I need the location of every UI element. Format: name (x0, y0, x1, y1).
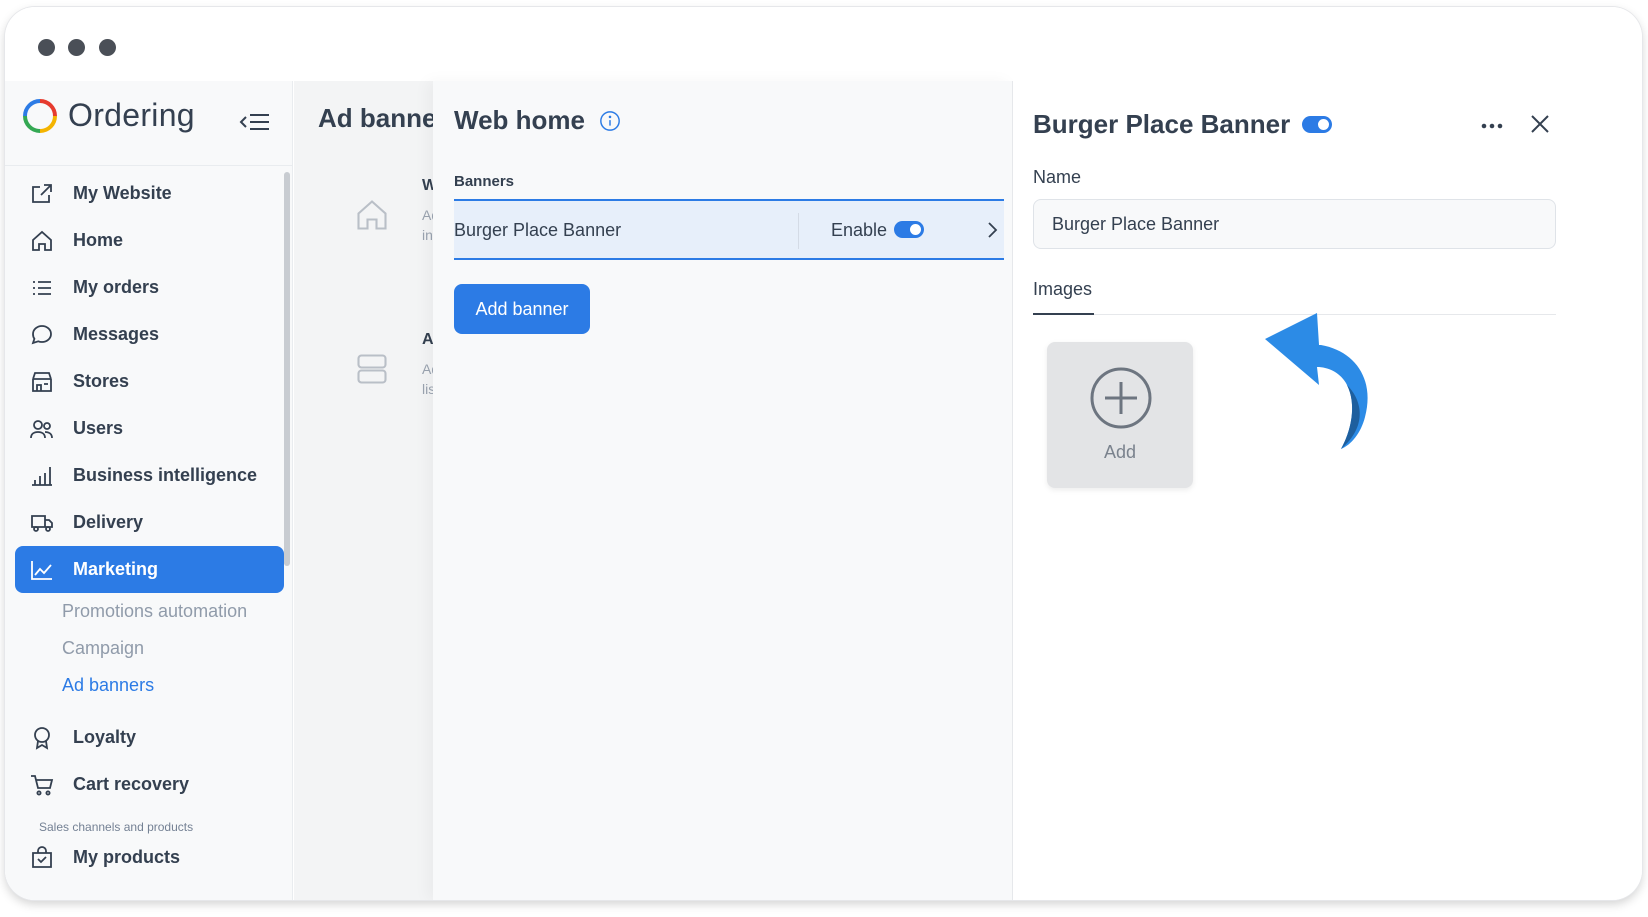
add-image-tile[interactable]: Add (1047, 342, 1193, 488)
sidebar-item-marketing[interactable]: Marketing (15, 546, 284, 593)
info-icon[interactable] (599, 110, 621, 132)
more-options-icon[interactable] (1479, 113, 1505, 139)
home-icon (357, 200, 387, 230)
detail-header: Burger Place Banner (1033, 109, 1333, 140)
list-icon (29, 275, 55, 301)
window-minimize-dot[interactable] (68, 39, 85, 56)
sidebar-item-home[interactable]: Home (15, 217, 284, 264)
sidebar-item-delivery[interactable]: Delivery (15, 499, 284, 546)
sidebar-item-cart-recovery[interactable]: Cart recovery (15, 761, 284, 808)
add-image-label: Add (1103, 442, 1137, 462)
award-icon (29, 725, 55, 751)
collapse-sidebar-button[interactable] (239, 107, 275, 137)
sidebar-item-label: Home (73, 230, 124, 250)
window-close-dot[interactable] (38, 39, 55, 56)
panel-title: Web home (454, 105, 585, 135)
name-field[interactable] (1033, 199, 1556, 249)
add-banner-button[interactable]: Add banner (454, 284, 590, 334)
collapse-menu-icon (239, 114, 269, 130)
line-chart-icon (29, 557, 55, 583)
sidebar-item-label: Messages (73, 324, 160, 344)
sidebar-subitem-promotions-automation[interactable]: Promotions automation (15, 593, 284, 630)
close-icon[interactable] (1527, 111, 1553, 137)
ordering-logo-icon (23, 98, 57, 133)
shop-icon (29, 369, 55, 395)
sidebar: Ordering My Website Home My orders Messa… (5, 81, 293, 900)
sidebar-nav: My Website Home My orders Messages Store… (15, 170, 284, 881)
sidebar-subitem-ad-banners[interactable]: Ad banners (15, 667, 284, 704)
external-link-icon (29, 181, 55, 207)
sidebar-item-messages[interactable]: Messages (15, 311, 284, 358)
sidebar-scrollbar[interactable] (284, 172, 290, 566)
bag-icon (29, 845, 55, 871)
app-container: Ordering My Website Home My orders Messa… (5, 81, 1642, 900)
home-icon (29, 228, 55, 254)
sidebar-subitem-campaign[interactable]: Campaign (15, 630, 284, 667)
name-label: Name (1033, 167, 1082, 187)
web-home-panel: Web home Banners Burger Place Banner Ena… (433, 81, 1013, 900)
banners-section-label: Banners (454, 173, 515, 190)
logo-text: Ordering (68, 97, 195, 133)
row-divider (798, 213, 799, 249)
plus-circle-icon (1090, 367, 1152, 429)
cart-icon (29, 772, 55, 798)
sidebar-item-my-products[interactable]: My products (15, 834, 284, 881)
sidebar-item-my-website[interactable]: My Website (15, 170, 284, 217)
sidebar-item-loyalty[interactable]: Loyalty (15, 714, 284, 761)
sidebar-item-users[interactable]: Users (15, 405, 284, 452)
window-maximize-dot[interactable] (99, 39, 116, 56)
sidebar-section-label: Sales channels and products (39, 820, 194, 834)
sidebar-item-label: Marketing (73, 559, 159, 579)
tab-images[interactable]: Images (1033, 279, 1095, 315)
sidebar-item-label: My Website (73, 183, 172, 203)
banner-detail-panel: Burger Place Banner Name Images Add (1013, 81, 1642, 900)
browser-window: Ordering My Website Home My orders Messa… (5, 7, 1642, 900)
sidebar-item-label: My orders (73, 277, 160, 297)
bar-chart-icon (29, 463, 55, 489)
sidebar-item-label: Stores (73, 371, 130, 391)
truck-icon (29, 510, 55, 536)
banner-enabled-toggle[interactable] (1302, 116, 1333, 133)
banner-name: Burger Place Banner (454, 220, 622, 240)
sidebar-header: Ordering (5, 81, 292, 166)
sidebar-item-stores[interactable]: Stores (15, 358, 284, 405)
sidebar-item-label: Delivery (73, 512, 144, 532)
sidebar-item-label: Loyalty (73, 727, 137, 747)
sidebar-item-label: Users (73, 418, 124, 438)
sidebar-item-my-orders[interactable]: My orders (15, 264, 284, 311)
users-icon (29, 416, 55, 442)
sidebar-item-label: Cart recovery (73, 774, 190, 794)
sidebar-item-label: My products (73, 847, 181, 867)
banner-row[interactable]: Burger Place Banner Enable (454, 199, 1004, 260)
pointer-arrow-icon (1265, 313, 1368, 449)
banner-enable-toggle[interactable] (894, 221, 924, 238)
detail-title: Burger Place Banner (1033, 109, 1291, 139)
chat-icon (29, 322, 55, 348)
layout-icon (357, 354, 387, 384)
enable-label: Enable (831, 220, 888, 240)
sidebar-item-business-intelligence[interactable]: Business intelligence (15, 452, 284, 499)
chevron-right-icon[interactable] (984, 220, 1000, 240)
window-titlebar (5, 7, 1642, 81)
logo[interactable]: Ordering (22, 97, 195, 134)
sidebar-item-label: Business intelligence (73, 465, 258, 485)
panel-header: Web home (454, 105, 621, 136)
page-title: Ad banner (318, 103, 447, 133)
